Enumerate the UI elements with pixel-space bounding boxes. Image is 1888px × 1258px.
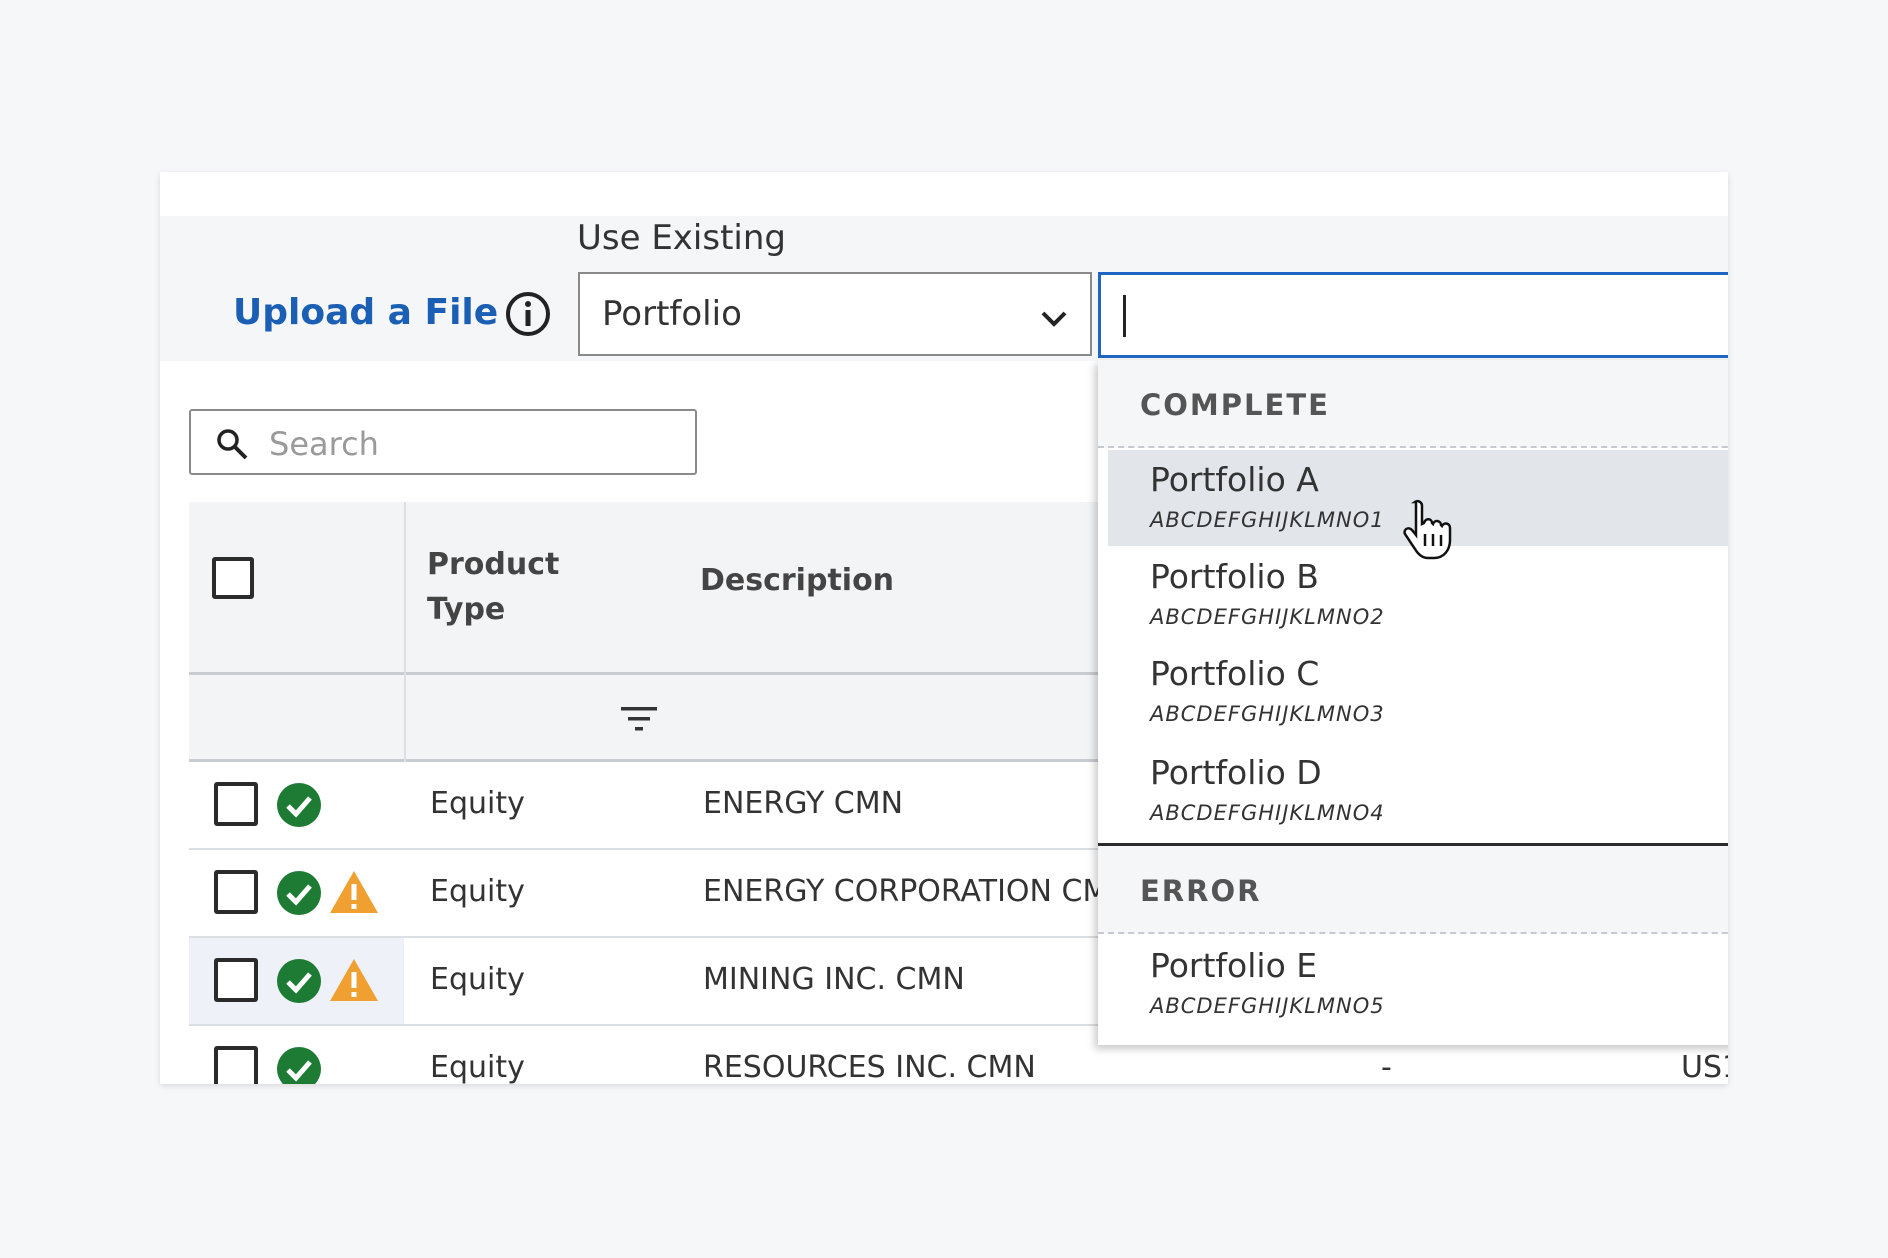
group-divider	[1098, 932, 1728, 934]
cell-product-type: Equity	[430, 962, 525, 997]
row-checkbox[interactable]	[214, 958, 258, 1002]
info-icon[interactable]	[504, 290, 552, 338]
check-circle-icon	[277, 1047, 321, 1084]
check-circle-icon	[277, 783, 321, 827]
portfolio-select[interactable]: Portfolio	[578, 272, 1092, 356]
option-title: Portfolio C	[1150, 654, 1320, 693]
use-existing-label: Use Existing	[577, 218, 786, 258]
table-search-box[interactable]	[189, 409, 697, 475]
warning-triangle-icon	[330, 959, 378, 1001]
option-portfolio-d[interactable]: Portfolio D ABCDEFGHIJKLMNO4	[1108, 743, 1728, 839]
row-select-cell	[189, 762, 404, 848]
warning-triangle-icon	[330, 871, 378, 913]
option-code: ABCDEFGHIJKLMNO4	[1150, 801, 1385, 825]
option-title: Portfolio A	[1150, 460, 1319, 499]
row-select-cell	[189, 850, 404, 936]
group-header-complete: COMPLETE	[1098, 360, 1728, 448]
cell-description: ENERGY CMN	[703, 786, 904, 821]
option-title: Portfolio D	[1150, 753, 1322, 792]
option-title: Portfolio B	[1150, 557, 1319, 596]
option-code: ABCDEFGHIJKLMNO1	[1150, 508, 1385, 532]
row-checkbox[interactable]	[214, 870, 258, 914]
cell-identifier: US12	[1681, 1050, 1728, 1084]
column-header-product-type[interactable]: Product Type	[427, 542, 587, 632]
row-checkbox[interactable]	[214, 782, 258, 826]
portfolio-panel: Use Existing Upload a File Portfolio Pro…	[160, 172, 1728, 1084]
column-divider	[404, 502, 406, 762]
text-caret	[1123, 295, 1126, 337]
cell-empty-value: -	[1381, 1050, 1392, 1084]
search-icon	[217, 429, 248, 460]
column-header-description[interactable]: Description	[700, 563, 894, 598]
option-portfolio-c[interactable]: Portfolio C ABCDEFGHIJKLMNO3	[1108, 644, 1728, 740]
row-checkbox[interactable]	[214, 1046, 258, 1084]
check-circle-icon	[277, 871, 321, 915]
cell-description: MINING INC. CMN	[703, 962, 965, 997]
cell-description: ENERGY CORPORATION CMN	[703, 874, 1103, 909]
portfolio-dropdown-menu: COMPLETE Portfolio A ABCDEFGHIJKLMNO1 Po…	[1098, 360, 1728, 1045]
option-portfolio-b[interactable]: Portfolio B ABCDEFGHIJKLMNO2	[1108, 547, 1728, 643]
search-input[interactable]	[267, 423, 671, 465]
option-code: ABCDEFGHIJKLMNO3	[1150, 702, 1385, 726]
cell-product-type: Equity	[430, 1050, 525, 1084]
hand-pointer-icon	[1403, 499, 1452, 560]
upload-file-link[interactable]: Upload a File	[233, 292, 498, 333]
option-code: ABCDEFGHIJKLMNO5	[1150, 994, 1385, 1018]
select-all-checkbox[interactable]	[212, 557, 254, 599]
cell-description: RESOURCES INC. CMN	[703, 1050, 1036, 1084]
group-label: COMPLETE	[1140, 388, 1330, 422]
option-title: Portfolio E	[1150, 946, 1318, 985]
filter-icon[interactable]	[619, 703, 659, 735]
group-divider	[1098, 446, 1728, 448]
row-select-cell	[189, 1026, 404, 1084]
portfolio-search-field[interactable]	[1098, 272, 1728, 358]
option-code: ABCDEFGHIJKLMNO2	[1150, 605, 1385, 629]
group-header-error: ERROR	[1098, 846, 1728, 934]
option-portfolio-e[interactable]: Portfolio E ABCDEFGHIJKLMNO5	[1108, 936, 1728, 1032]
cell-product-type: Equity	[430, 786, 525, 821]
group-label: ERROR	[1140, 874, 1262, 908]
portfolio-select-value: Portfolio	[602, 294, 742, 334]
check-circle-icon	[277, 959, 321, 1003]
cell-product-type: Equity	[430, 874, 525, 909]
row-select-cell	[189, 938, 404, 1024]
chevron-down-icon	[1041, 311, 1067, 327]
